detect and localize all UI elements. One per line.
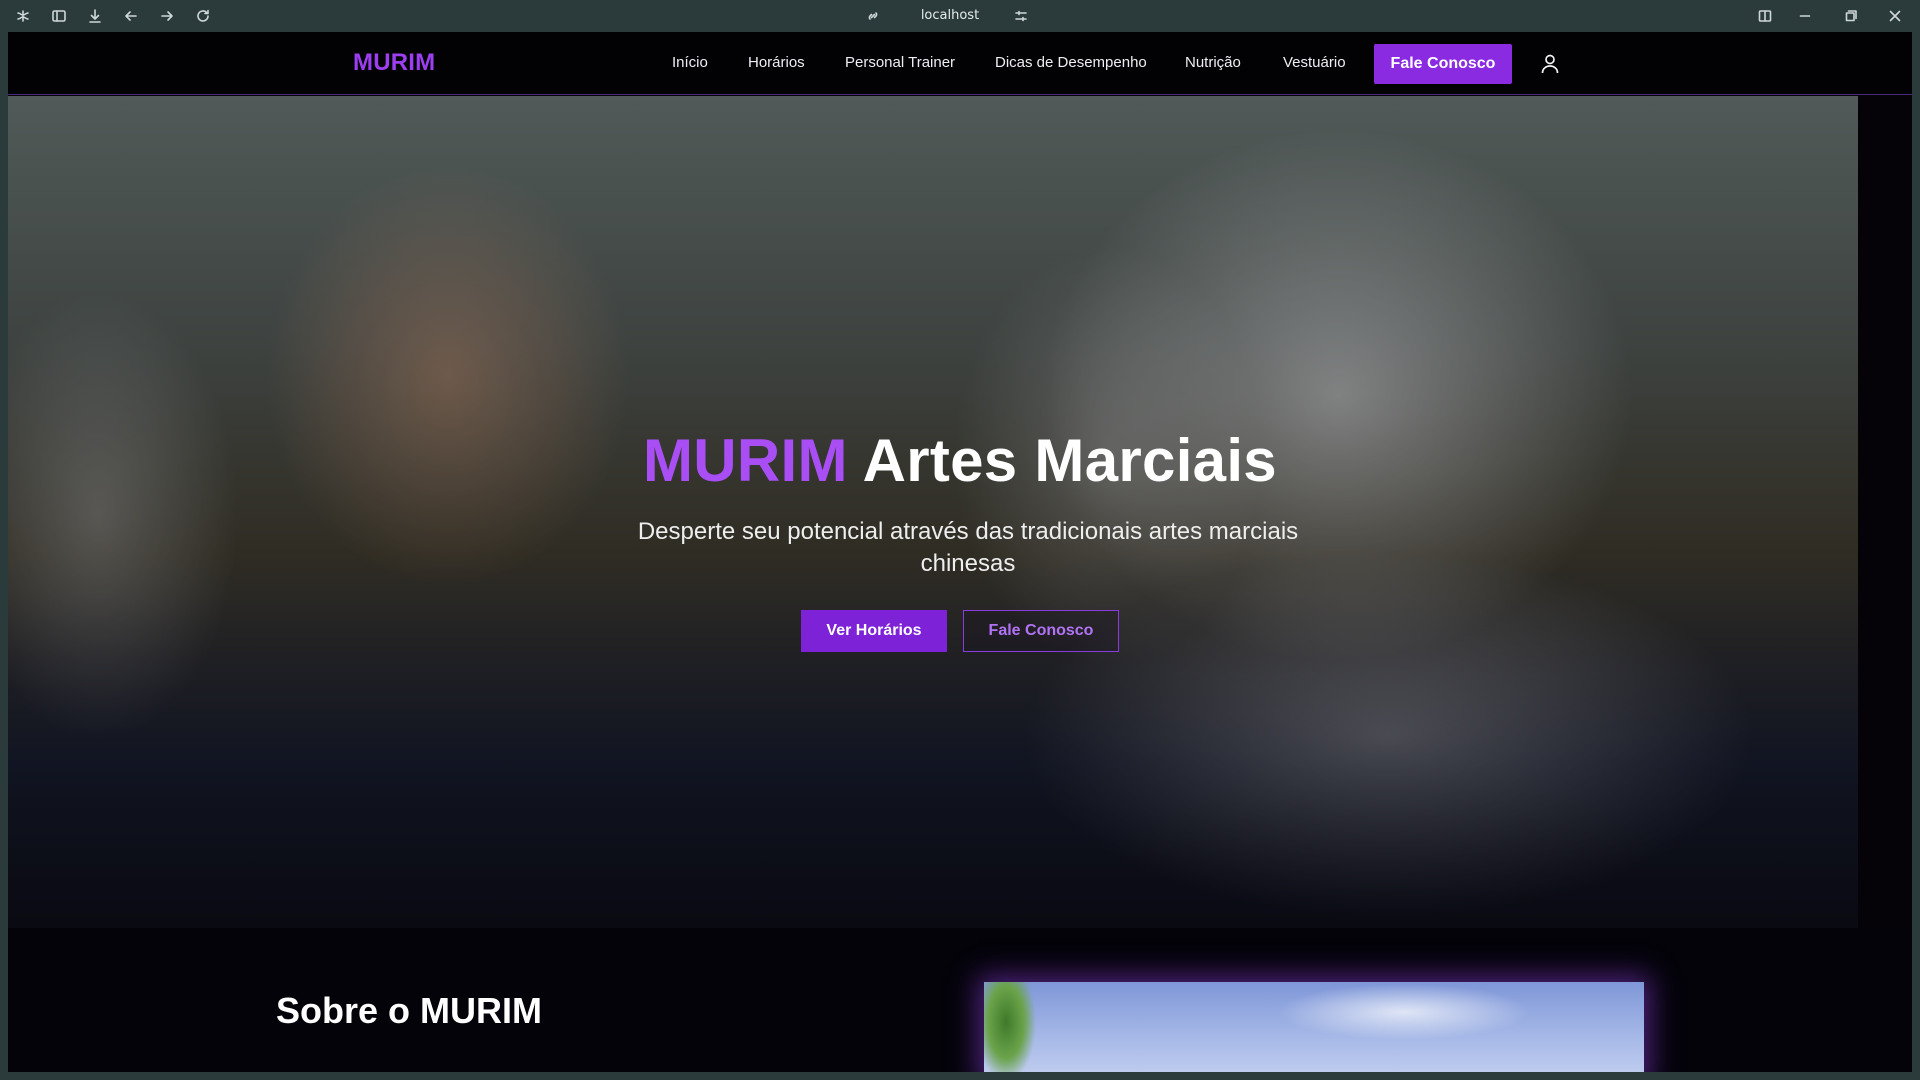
nav-link-vestuario[interactable]: Vestuário	[1283, 54, 1346, 71]
nav-link-inicio[interactable]: Início	[672, 54, 708, 71]
page-viewport: MURIM Início Horários Personal Trainer D…	[8, 32, 1912, 1072]
browser-toolbar: localhost	[0, 0, 1920, 32]
fale-conosco-hero-button[interactable]: Fale Conosco	[963, 610, 1119, 652]
nav-link-personal-trainer[interactable]: Personal Trainer	[845, 54, 955, 71]
nav-link-nutricao[interactable]: Nutrição	[1185, 54, 1241, 71]
back-icon[interactable]	[122, 7, 140, 25]
app-menu-icon[interactable]	[14, 7, 32, 25]
close-icon[interactable]	[1886, 7, 1904, 25]
hero-title-rest: Artes Marciais	[862, 427, 1277, 494]
nav-link-horarios[interactable]: Horários	[748, 54, 805, 71]
sidebar-icon[interactable]	[50, 7, 68, 25]
download-icon[interactable]	[86, 7, 104, 25]
forward-icon[interactable]	[158, 7, 176, 25]
split-view-icon[interactable]	[1756, 7, 1774, 25]
about-title: Sobre o MURIM	[276, 990, 542, 1031]
hero-title: MURIM Artes Marciais	[8, 426, 1912, 495]
hero-subtitle: Desperte seu potencial através das tradi…	[637, 518, 1299, 577]
fale-conosco-nav-button[interactable]: Fale Conosco	[1374, 44, 1512, 84]
address-bar-url[interactable]: localhost	[880, 8, 1020, 23]
nav-link-dicas-de-desempenho[interactable]: Dicas de Desempenho	[995, 54, 1147, 71]
top-navbar: MURIM Início Horários Personal Trainer D…	[8, 32, 1912, 95]
hero-title-accent: MURIM	[643, 427, 848, 494]
ver-horarios-button[interactable]: Ver Horários	[801, 610, 947, 652]
hero-section: MURIM Artes Marciais Desperte seu potenc…	[8, 96, 1912, 928]
site-settings-icon[interactable]	[1012, 7, 1030, 25]
site-logo[interactable]: MURIM	[353, 49, 435, 77]
user-icon[interactable]	[1538, 52, 1562, 76]
minimize-icon[interactable]	[1796, 7, 1814, 25]
restore-icon[interactable]	[1842, 7, 1860, 25]
about-image	[984, 982, 1644, 1072]
about-section: Sobre o MURIM	[8, 928, 1912, 1072]
reload-icon[interactable]	[194, 7, 212, 25]
